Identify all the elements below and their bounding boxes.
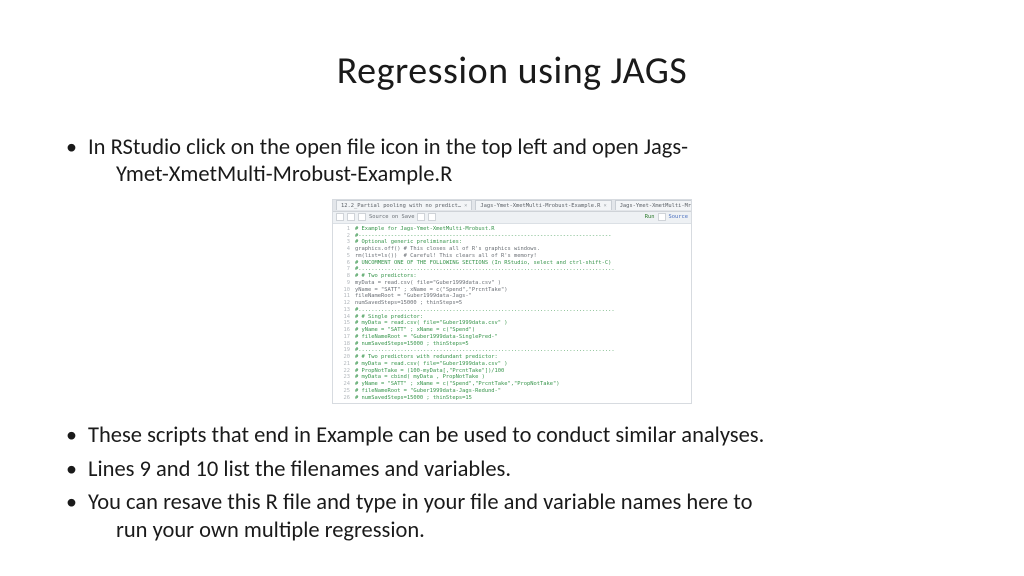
close-icon: × [464, 203, 467, 210]
rstudio-screenshot: 12.2_Partial pooling with no predict…× J… [332, 199, 692, 405]
code-line: 8# # Two predictors: [333, 273, 691, 280]
code-line: 23# myData = cbind( myData , PropNotTake… [333, 374, 691, 381]
save-icon [358, 213, 366, 221]
code-line: 13#.....................................… [333, 307, 691, 314]
code-line: 21# myData = read.csv( file="Guber1999da… [333, 361, 691, 368]
code-line: 17# fileNameRoot = "Guber1999data-Single… [333, 334, 691, 341]
editor-tab: Jags-Ymet-XmetMulti-Mrobust-Example.R× [475, 200, 611, 210]
code-line: 10yName = "SATT" ; xName = c("Spend","Pr… [333, 287, 691, 294]
source-on-save-label: Source on Save [369, 214, 414, 221]
screenshot-wrap: 12.2_Partial pooling with no predict…× J… [62, 199, 962, 405]
code-line: 16# yName = "SATT" ; xName = c("Spend") [333, 327, 691, 334]
editor-tab: Jags-Ymet-XmetMulti-Mrobust-Examp…× [615, 200, 691, 210]
close-icon: × [603, 203, 606, 210]
code-line: 1# Example for Jags-Ymet-XmetMulti-Mrobu… [333, 226, 691, 233]
code-line: 20# # Two predictors with redundant pred… [333, 354, 691, 361]
code-body: 1# Example for Jags-Ymet-XmetMulti-Mrobu… [333, 224, 691, 404]
editor-toolbar: Source on Save Run Source [333, 212, 691, 224]
code-line: 24# yName = "SATT" ; xName = c("Spend","… [333, 381, 691, 388]
code-line: 22# PropNotTake = (100-myData[,"PrcntTak… [333, 368, 691, 375]
bullet-1: In RStudio click on the open file icon i… [62, 134, 962, 189]
code-line: 4graphics.off() # This closes all of R's… [333, 246, 691, 253]
bullet-4: You can resave this R file and type in y… [62, 489, 962, 544]
bullet-1-line2: Ymet-XmetMulti-Mrobust-Example.R [88, 161, 962, 188]
code-line: 6# UNCOMMENT ONE OF THE FOLLOWING SECTIO… [333, 260, 691, 267]
rerun-icon [658, 213, 666, 221]
slide: Regression using JAGS In RStudio click o… [0, 0, 1024, 576]
code-line: 25# fileNameRoot = "Guber1999data-Jags-R… [333, 388, 691, 395]
slide-title: Regression using JAGS [62, 48, 962, 94]
bullet-4-line2: run your own multiple regression. [88, 517, 962, 544]
wand-icon [428, 213, 436, 221]
slide-body: In RStudio click on the open file icon i… [62, 134, 962, 544]
code-line: 3# Optional generic preliminaries: [333, 239, 691, 246]
code-line: 7#......................................… [333, 266, 691, 273]
back-icon [336, 213, 344, 221]
code-line: 26# numSavedSteps=15000 ; thinSteps=15 [333, 395, 691, 402]
forward-icon [347, 213, 355, 221]
editor-tab: 12.2_Partial pooling with no predict…× [336, 200, 472, 210]
code-line: 9myData = read.csv( file="Guber1999data.… [333, 280, 691, 287]
code-line: 14# # Single predictor: [333, 314, 691, 321]
code-line: 11fileNameRoot = "Guber1999data-Jags-" [333, 293, 691, 300]
code-line: 12numSavedSteps=15000 ; thinSteps=5 [333, 300, 691, 307]
source-button-label: Source [669, 214, 688, 221]
code-line: 5rm(list=ls()) # Careful! This clears al… [333, 253, 691, 260]
code-line: 18# numSavedSteps=15000 ; thinSteps=5 [333, 341, 691, 348]
run-button-label: Run [645, 214, 655, 221]
code-line: 15# myData = read.csv( file="Guber1999da… [333, 320, 691, 327]
bullet-3: Lines 9 and 10 list the filenames and va… [62, 456, 962, 483]
bullet-1-line1: In RStudio click on the open file icon i… [88, 134, 688, 161]
code-line: 2#--------------------------------------… [333, 233, 691, 240]
bullet-4-line1: You can resave this R file and type in y… [88, 489, 752, 516]
code-line: 19#.....................................… [333, 347, 691, 354]
editor-tabs: 12.2_Partial pooling with no predict…× J… [333, 200, 691, 212]
find-icon [417, 213, 425, 221]
bullet-2: These scripts that end in Example can be… [62, 422, 962, 449]
